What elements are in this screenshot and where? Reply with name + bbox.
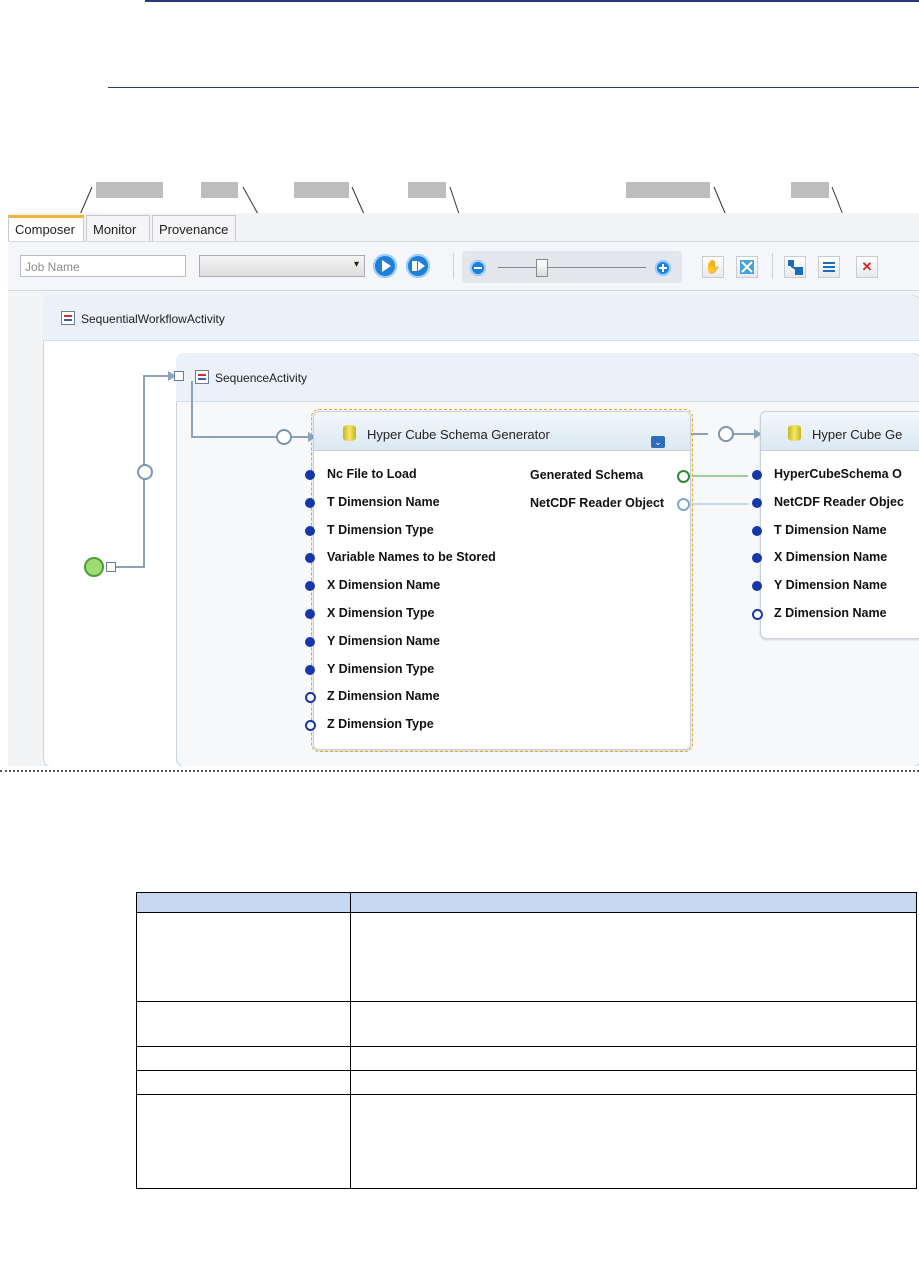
input-port-label: Variable Names to be Stored (327, 550, 496, 565)
table-cell (350, 1046, 917, 1071)
connector-circle[interactable] (137, 464, 153, 480)
table-cell (136, 1046, 351, 1071)
table-header-row (136, 892, 917, 913)
table-cell (350, 1094, 917, 1189)
table-row (136, 912, 917, 1002)
connector-circle[interactable] (718, 426, 734, 442)
input-port-label: Y Dimension Type (327, 661, 435, 676)
description-table (136, 892, 917, 1189)
input-port-label: Y Dimension Name (327, 633, 441, 648)
input-port[interactable] (305, 664, 315, 675)
start-node[interactable] (84, 557, 104, 577)
section-separator (0, 770, 919, 772)
database-icon (788, 425, 801, 441)
table-row (136, 1001, 917, 1047)
input-port-label: NetCDF Reader Objec (774, 494, 904, 509)
activity-title: Hyper Cube Ge (812, 427, 903, 442)
input-port-label: X Dimension Type (327, 605, 435, 620)
table-cell (136, 1094, 351, 1189)
input-port-label: T Dimension Name (327, 494, 440, 509)
table-header-cell (350, 892, 917, 913)
sequence-input-connector[interactable] (174, 371, 184, 381)
table-row (136, 1094, 917, 1189)
input-port[interactable] (752, 608, 763, 620)
output-port-generated-schema[interactable] (677, 470, 690, 483)
table-row (136, 1070, 917, 1095)
table-cell (350, 1001, 917, 1047)
input-port[interactable] (752, 470, 762, 480)
workflow-composer-window: Composer Monitor Provenance Job Name ▾ ✋… (8, 213, 919, 766)
input-port-label: Z Dimension Name (327, 689, 440, 704)
table-cell (350, 1070, 917, 1095)
input-port-label: X Dimension Name (774, 550, 888, 565)
input-port-label: Z Dimension Name (774, 605, 887, 620)
database-icon (343, 425, 356, 441)
input-port-label: Z Dimension Type (327, 717, 434, 732)
input-port-label: Y Dimension Name (774, 578, 888, 593)
output-port-netcdf-reader[interactable] (677, 498, 690, 511)
table-cell (350, 912, 917, 1002)
input-port[interactable] (752, 497, 762, 508)
table-cell (136, 1070, 351, 1095)
input-port[interactable] (752, 525, 762, 536)
input-port[interactable] (305, 636, 315, 647)
expand-icon[interactable]: ⌄ (651, 436, 665, 448)
output-port-label: Generated Schema (530, 468, 644, 482)
input-port[interactable] (305, 497, 315, 508)
connector-circle[interactable] (276, 429, 292, 445)
start-connector[interactable] (106, 562, 116, 572)
input-port[interactable] (305, 470, 315, 480)
input-port[interactable] (305, 608, 315, 619)
input-port-label: T Dimension Type (327, 522, 434, 537)
activity-title: Hyper Cube Schema Generator (367, 427, 550, 442)
table-cell (136, 912, 351, 1002)
activity1-outputs: Generated Schema NetCDF Reader Object (530, 466, 664, 512)
input-port-label: X Dimension Name (327, 578, 441, 593)
table-cell (136, 1001, 351, 1047)
table-header-cell (136, 892, 351, 913)
input-port-label: T Dimension Name (774, 522, 887, 537)
input-port[interactable] (305, 525, 315, 536)
input-port-label: Nc File to Load (327, 467, 417, 481)
output-port-label: NetCDF Reader Object (530, 496, 665, 510)
input-port-label: HyperCubeSchema O (774, 467, 902, 481)
table-row (136, 1046, 917, 1071)
